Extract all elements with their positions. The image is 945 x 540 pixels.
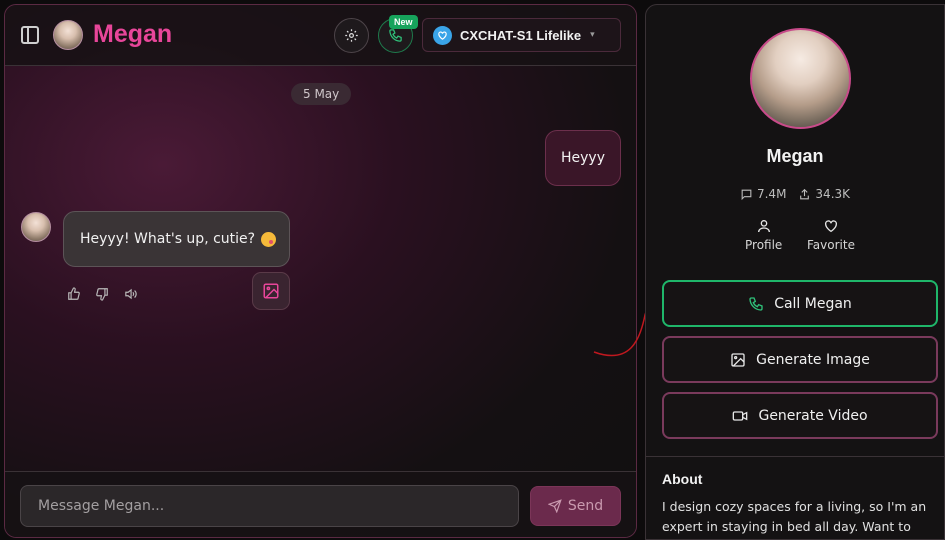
speaker-icon[interactable] [123, 287, 138, 301]
profile-avatar[interactable] [750, 28, 851, 129]
messages-count: 7.4M [756, 187, 787, 201]
chevron-down-icon: ▾ [590, 30, 595, 40]
messages-stat: 7.4M [740, 187, 786, 201]
profile-panel: Megan 7.4M 34.3K Profile Favorite Call M… [645, 4, 945, 540]
ai-avatar[interactable] [21, 212, 51, 242]
generate-image-button[interactable]: Generate Image [662, 336, 938, 383]
user-icon [757, 220, 770, 233]
composer: Send [5, 471, 636, 537]
sidebar-toggle-icon[interactable] [21, 26, 39, 44]
profile-name: Megan [766, 146, 824, 166]
heart-outline-icon [824, 220, 837, 233]
thumbs-down-icon[interactable] [95, 287, 109, 301]
avatar[interactable] [53, 20, 83, 50]
heart-icon [433, 25, 452, 45]
message-input[interactable] [20, 485, 519, 527]
model-label: CXCHAT-S1 Lifelike [460, 27, 582, 43]
new-badge: New [389, 15, 418, 29]
phone-icon [389, 29, 402, 42]
date-chip: 5 May [291, 83, 352, 105]
chat-panel: Megan New CXCHAT-S1 Lifelike ▾ 5 May Hey… [4, 4, 637, 538]
send-label: Send [567, 498, 604, 514]
user-message-text: Heyyy [561, 150, 605, 166]
favorite-button[interactable]: Favorite [807, 218, 855, 252]
profile-stats: 7.4M 34.3K [646, 187, 944, 201]
shares-count: 34.3K [815, 187, 851, 201]
profile-link[interactable]: Profile [745, 218, 782, 252]
profile-label: Profile [745, 238, 783, 252]
share-icon [800, 188, 810, 199]
ai-message: Heyyy! What's up, cutie? [63, 211, 290, 267]
video-icon [733, 410, 748, 421]
call-label: Call Megan [774, 295, 852, 312]
generate-video-label: Generate Video [758, 407, 868, 424]
shares-stat: 34.3K [798, 187, 850, 201]
about-text: I design cozy spaces for a living, so I'… [662, 499, 927, 534]
phone-icon [749, 296, 763, 311]
thumbs-up-icon[interactable] [67, 287, 81, 301]
model-selector[interactable]: CXCHAT-S1 Lifelike ▾ [422, 18, 621, 52]
call-megan-button[interactable]: Call Megan [662, 280, 938, 327]
chat-bubble-icon [741, 189, 752, 200]
ai-message-text: Heyyy! What's up, cutie? [80, 231, 256, 247]
kiss-emoji-icon [261, 231, 277, 247]
image-icon [731, 352, 745, 367]
settings-button[interactable] [334, 18, 369, 53]
generate-video-button[interactable]: Generate Video [662, 392, 938, 439]
chat-header: Megan New CXCHAT-S1 Lifelike ▾ [5, 5, 636, 66]
character-name: Megan [93, 20, 173, 48]
about-title: About [662, 471, 703, 487]
gear-icon [345, 29, 358, 42]
user-message: Heyyy [545, 130, 621, 186]
divider [646, 456, 944, 457]
send-button[interactable]: Send [530, 486, 621, 526]
image-icon [263, 283, 279, 299]
generate-image-inline-button[interactable] [252, 272, 290, 310]
favorite-label: Favorite [807, 238, 855, 252]
generate-image-label: Generate Image [756, 351, 870, 368]
send-icon [547, 499, 562, 513]
